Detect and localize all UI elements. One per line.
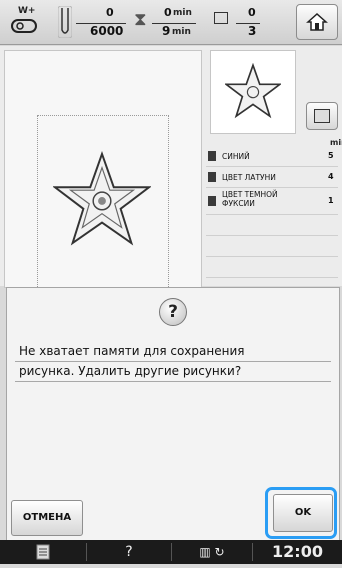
- clock: 12:00: [272, 542, 323, 561]
- bottom-bar: ? ▥ ↻ 12:00: [0, 540, 342, 564]
- color-name: ЦВЕТ ТЕМНОЙ ФУКСИИ: [222, 190, 278, 208]
- star-pattern-icon: [53, 151, 151, 246]
- question-icon: ?: [159, 298, 187, 326]
- color-current: 0: [248, 6, 256, 19]
- frame-size-button[interactable]: [306, 102, 338, 130]
- color-swatch: [208, 172, 216, 182]
- color-minutes: 5: [328, 151, 334, 160]
- time-current: 0: [164, 6, 172, 19]
- color-name: СИНИЙ: [222, 152, 250, 161]
- stitch-counter: 0 6000: [58, 4, 128, 40]
- dialog-message-line-1: Не хватает памяти для сохранения: [15, 344, 331, 362]
- ok-button[interactable]: OK: [273, 494, 333, 532]
- embroidery-frame-preview: [4, 50, 202, 289]
- color-minutes: 4: [328, 172, 334, 181]
- home-icon: [306, 12, 328, 31]
- time-current-unit: min: [173, 8, 192, 18]
- color-list-item: ЦВЕТ ЛАТУНИ 4: [206, 167, 338, 188]
- star-thumbnail-icon: [225, 63, 281, 119]
- needle-icon: [58, 6, 72, 38]
- manual-button[interactable]: [0, 540, 86, 564]
- color-total: 3: [248, 24, 257, 38]
- color-list-item: ЦВЕТ ТЕМНОЙ ФУКСИИ 1: [206, 188, 338, 215]
- document-icon: [36, 544, 50, 560]
- help-button[interactable]: ?: [87, 540, 171, 564]
- time-total-unit: min: [172, 27, 191, 37]
- presser-foot-label: W+: [18, 6, 36, 16]
- color-swatch: [208, 196, 216, 206]
- stitch-current: 0: [106, 6, 114, 19]
- home-button[interactable]: [296, 4, 338, 40]
- color-name: ЦВЕТ ЛАТУНИ: [222, 173, 276, 182]
- settings-button[interactable]: ▥ ↻: [172, 540, 252, 564]
- presser-foot-indicator: W+: [6, 6, 46, 38]
- hourglass-icon: ⧗: [134, 9, 147, 30]
- cancel-button[interactable]: ОТМЕНА: [11, 500, 83, 536]
- frame-icon: [314, 109, 330, 123]
- machine-settings-icon: ▥ ↻: [199, 545, 225, 559]
- color-counter: 0 3: [212, 4, 262, 40]
- pattern-thumbnail: [210, 50, 296, 134]
- message-dialog: ? Не хватает памяти для сохранения рисун…: [6, 287, 340, 541]
- color-swatch: [208, 151, 216, 161]
- time-counter: ⧗ 0 min 9 min: [134, 4, 212, 40]
- dialog-message: Не хватает памяти для сохранения рисунка…: [15, 344, 331, 382]
- status-bar: W+ 0 6000 ⧗ 0 min 9 min 0 3: [0, 0, 342, 45]
- embroidery-edit-area: min СИНИЙ 5 ЦВЕТ ЛАТУНИ 4 ЦВЕТ ТЕМНОЙ ФУ…: [0, 46, 342, 289]
- dialog-message-line-2: рисунка. Удалить другие рисунки?: [15, 364, 331, 382]
- stitch-total: 6000: [90, 24, 124, 38]
- time-total: 9: [162, 24, 171, 38]
- color-minutes: 1: [328, 196, 334, 205]
- thread-spool-icon: [214, 12, 228, 24]
- color-list-item: СИНИЙ 5: [206, 146, 338, 167]
- presser-foot-icon: [11, 19, 37, 33]
